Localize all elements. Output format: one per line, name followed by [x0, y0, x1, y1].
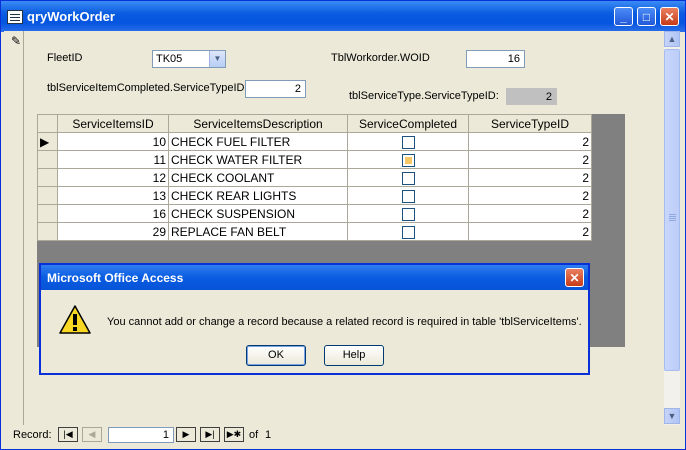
service-type-id[interactable]: 2: [468, 168, 592, 187]
column-header[interactable]: ServiceItemsID: [57, 114, 169, 133]
row-selector[interactable]: [37, 168, 58, 187]
row-selector[interactable]: [37, 204, 58, 223]
sic-servicetypeid-field[interactable]: 2: [245, 80, 306, 98]
next-record-button[interactable]: ▶: [176, 427, 196, 442]
service-item-id[interactable]: 11: [57, 150, 169, 169]
column-header[interactable]: ServiceCompleted: [347, 114, 469, 133]
close-button[interactable]: ✕: [660, 7, 679, 26]
service-completed-checkbox[interactable]: [401, 189, 415, 203]
service-completed-cell[interactable]: [347, 150, 469, 169]
service-item-description[interactable]: REPLACE FAN BELT: [168, 222, 348, 241]
record-total: 1: [265, 429, 272, 441]
vertical-scrollbar[interactable]: ▲ ▼: [664, 31, 680, 425]
service-completed-checkbox[interactable]: [401, 207, 415, 221]
form-icon[interactable]: [7, 10, 23, 24]
new-record-button[interactable]: ▶✱: [224, 427, 244, 442]
sic-servicetypeid-label: tblServiceItemCompleted.ServiceTypeID: [47, 82, 245, 94]
service-completed-cell[interactable]: [347, 204, 469, 223]
chevron-down-icon[interactable]: ▼: [209, 51, 225, 67]
woid-field[interactable]: 16: [466, 50, 525, 68]
help-button[interactable]: Help: [324, 345, 384, 366]
table-row[interactable]: 12 CHECK COOLANT 2: [37, 168, 592, 187]
scroll-down-button[interactable]: ▼: [664, 408, 680, 424]
st-servicetypeid-label: tblServiceType.ServiceTypeID:: [349, 90, 499, 102]
table-row[interactable]: ▶ 10 CHECK FUEL FILTER 2: [37, 132, 592, 151]
row-selector[interactable]: [37, 150, 58, 169]
scroll-thumb[interactable]: [664, 49, 680, 371]
row-selector[interactable]: ▶: [37, 132, 58, 151]
service-item-description[interactable]: CHECK REAR LIGHTS: [168, 186, 348, 205]
column-header[interactable]: ServiceTypeID: [468, 114, 592, 133]
service-item-id[interactable]: 13: [57, 186, 169, 205]
table-row[interactable]: 13 CHECK REAR LIGHTS 2: [37, 186, 592, 205]
record-label: Record:: [13, 429, 52, 441]
ok-button[interactable]: OK: [246, 345, 306, 366]
first-record-button[interactable]: |◀: [58, 427, 78, 442]
record-navigation-bar: Record: |◀ ◀ 1 ▶ ▶| ▶✱ of 1: [4, 425, 680, 445]
window-titlebar[interactable]: qryWorkOrder _ □ ✕: [1, 1, 685, 32]
grip-icon: [669, 214, 676, 215]
service-item-description[interactable]: CHECK WATER FILTER: [168, 150, 348, 169]
service-item-id[interactable]: 16: [57, 204, 169, 223]
table-row[interactable]: 11 CHECK WATER FILTER 2: [37, 150, 592, 169]
fleetid-combo[interactable]: TK05 ▼: [152, 50, 226, 68]
record-selector[interactable]: [6, 31, 24, 426]
maximize-button[interactable]: □: [637, 7, 656, 26]
dialog-titlebar[interactable]: Microsoft Office Access ✕: [41, 265, 588, 290]
service-item-id[interactable]: 29: [57, 222, 169, 241]
of-label: of: [249, 429, 259, 441]
record-number-field[interactable]: 1: [108, 427, 174, 443]
service-completed-cell[interactable]: [347, 132, 469, 151]
service-item-description[interactable]: CHECK SUSPENSION: [168, 204, 348, 223]
service-item-id[interactable]: 10: [57, 132, 169, 151]
dialog-message: You cannot add or change a record becaus…: [107, 316, 582, 328]
service-type-id[interactable]: 2: [468, 150, 592, 169]
service-completed-checkbox[interactable]: [401, 225, 415, 239]
service-type-id[interactable]: 2: [468, 186, 592, 205]
service-type-id[interactable]: 2: [468, 132, 592, 151]
last-record-button[interactable]: ▶|: [200, 427, 220, 442]
pencil-icon: ✎: [11, 34, 22, 48]
warning-icon: [59, 305, 91, 334]
window-title: qryWorkOrder: [27, 9, 115, 24]
column-header[interactable]: ServiceItemsDescription: [168, 114, 348, 133]
previous-record-button[interactable]: ◀: [82, 427, 102, 442]
dialog-close-icon[interactable]: ✕: [565, 268, 584, 287]
row-selector[interactable]: [37, 222, 58, 241]
table-row[interactable]: 16 CHECK SUSPENSION 2: [37, 204, 592, 223]
minimize-button[interactable]: _: [614, 7, 633, 26]
service-completed-cell[interactable]: [347, 168, 469, 187]
service-completed-cell[interactable]: [347, 222, 469, 241]
grid-corner[interactable]: [37, 114, 58, 133]
service-completed-cell[interactable]: [347, 186, 469, 205]
service-type-id[interactable]: 2: [468, 222, 592, 241]
service-completed-checkbox[interactable]: [401, 171, 415, 185]
woid-label: TblWorkorder.WOID: [331, 52, 430, 64]
service-items-grid: ServiceItemsID ServiceItemsDescription S…: [37, 114, 592, 241]
service-type-id[interactable]: 2: [468, 204, 592, 223]
dialog-title: Microsoft Office Access: [47, 271, 184, 285]
fleetid-label: FleetID: [47, 52, 83, 64]
service-item-id[interactable]: 12: [57, 168, 169, 187]
scroll-up-button[interactable]: ▲: [664, 31, 680, 47]
service-item-description[interactable]: CHECK FUEL FILTER: [168, 132, 348, 151]
st-servicetypeid-field: 2: [506, 88, 557, 105]
table-row[interactable]: 29 REPLACE FAN BELT 2: [37, 222, 592, 241]
row-selector[interactable]: [37, 186, 58, 205]
service-completed-checkbox[interactable]: [401, 153, 415, 167]
fleetid-value: TK05: [156, 53, 183, 65]
service-item-description[interactable]: CHECK COOLANT: [168, 168, 348, 187]
service-completed-checkbox[interactable]: [401, 135, 415, 149]
error-dialog: Microsoft Office Access ✕ You cannot add…: [39, 263, 590, 375]
